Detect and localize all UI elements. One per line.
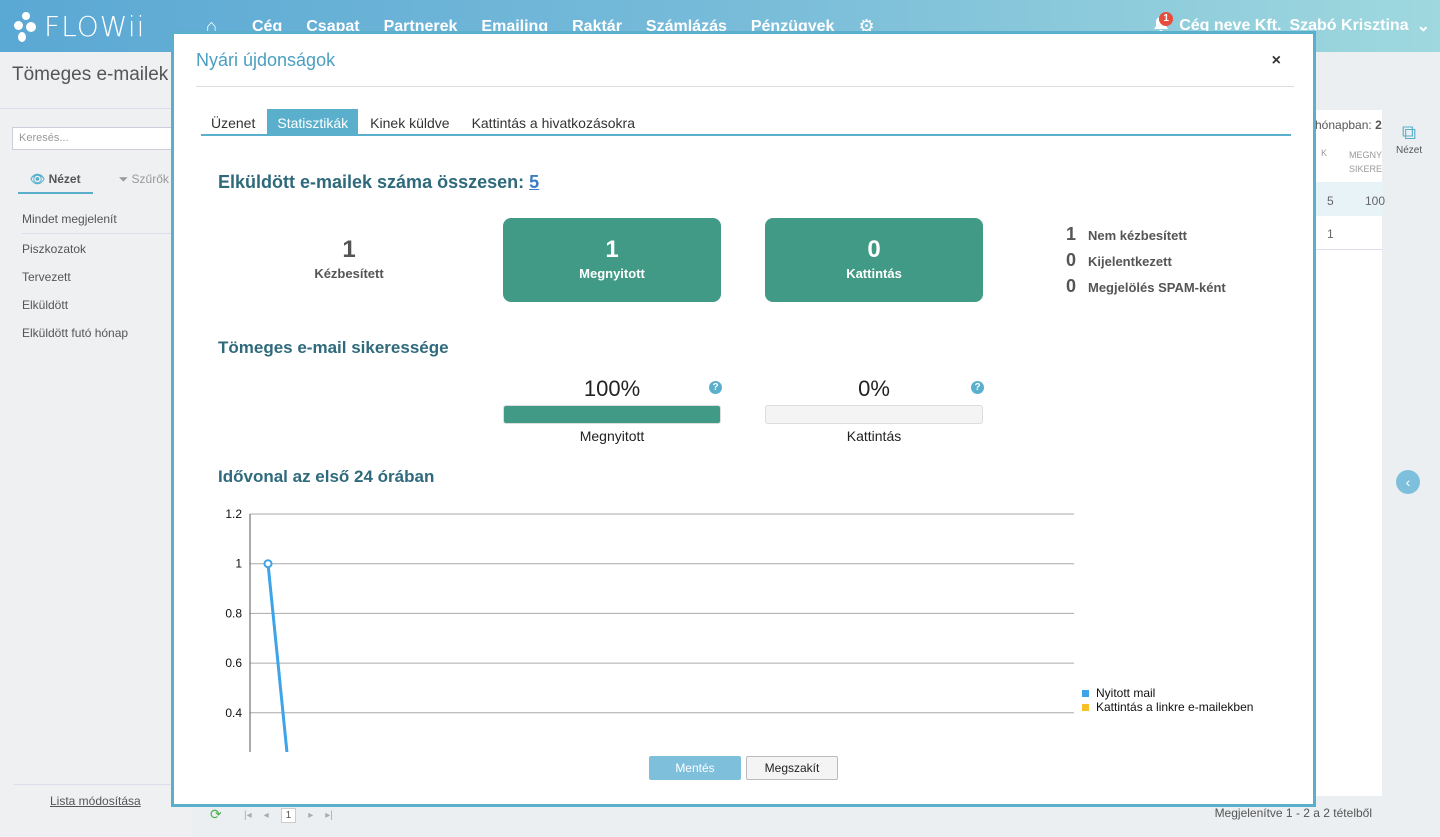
menu-item-sent[interactable]: Elküldött: [22, 296, 172, 324]
modal-title: Nyári újdonságok: [196, 50, 336, 70]
divider: [196, 86, 1294, 87]
pager: |◂ ◂ 1 ▸ ▸|: [244, 808, 333, 823]
last-page-icon[interactable]: ▸|: [325, 810, 333, 821]
menu-item-scheduled[interactable]: Tervezett: [22, 268, 172, 296]
opened-progress-bar: [503, 405, 721, 424]
y-tick-label: 1: [235, 557, 242, 571]
timeline-chart: 1.2 1 0.8 0.6 0.4: [225, 507, 1074, 752]
stat-delivered: 1 Kézbesített: [314, 236, 384, 281]
click-label: Kattintás: [846, 428, 902, 444]
click-percent: 0%: [858, 376, 890, 401]
list-edit-link[interactable]: Lista módosítása: [50, 794, 141, 808]
menu-item-all[interactable]: Mindet megjelenít: [22, 210, 172, 234]
eye-icon: 👁: [30, 172, 49, 186]
modal-tabs: Üzenet Statisztikák Kinek küldve Kattint…: [201, 109, 1291, 136]
filter-icon: ⏷: [118, 172, 132, 186]
notification-badge: 1: [1159, 12, 1174, 26]
logo-icon: [12, 11, 38, 42]
logo[interactable]: FLOWii: [12, 10, 145, 43]
opened-progress-fill: [504, 406, 720, 423]
save-button[interactable]: Mentés: [649, 756, 741, 780]
y-tick-label: 1.2: [225, 507, 242, 521]
tab-message[interactable]: Üzenet: [201, 109, 265, 134]
legend-item-click[interactable]: Kattintás a linkre e-mailekben: [1082, 700, 1253, 714]
series-line-open: [266, 563, 289, 752]
side-stats: 1 Nem kézbesített 0 Kijelentkezett 0 Megjel…: [1066, 224, 1226, 302]
stat-not-delivered: 1 Nem kézbesített: [1066, 224, 1187, 244]
table-cell: 1: [1327, 227, 1334, 241]
page-title: Tömeges e-mailek: [12, 64, 169, 85]
chevron-down-icon[interactable]: ⌄: [1417, 16, 1430, 36]
prev-page-icon[interactable]: ◂: [264, 810, 269, 821]
opened-label: Megnyitott: [579, 428, 645, 444]
tab-filters[interactable]: ⏷ Szűrők: [107, 170, 181, 194]
success-title: Tömeges e-mail sikeressége: [218, 338, 449, 357]
external-link-icon: ⧉: [1401, 122, 1417, 144]
table-cell: 5: [1327, 194, 1334, 208]
y-tick-label: 0.4: [225, 706, 242, 720]
timeline-title: Idővonal az első 24 órában: [218, 467, 435, 486]
opened-percent: 100%: [583, 376, 641, 401]
logo-text: FLOWii: [44, 10, 146, 43]
refresh-icon[interactable]: ⟳: [210, 806, 222, 823]
divider: [14, 784, 174, 785]
cancel-button[interactable]: Megszakít: [746, 756, 838, 780]
footer-meta: Megjelenítve 1 - 2 a 2 tételből: [1214, 806, 1372, 820]
stat-opened: 1 Megnyitott: [503, 218, 721, 302]
page-number[interactable]: 1: [280, 808, 297, 823]
column-header[interactable]: K: [1321, 148, 1327, 158]
chart-legend: Nyitott mail Kattintás a linkre e-mailek…: [1082, 686, 1253, 714]
tab-recipients[interactable]: Kinek küldve: [360, 109, 459, 134]
close-icon[interactable]: ×: [1272, 52, 1281, 70]
legend-swatch: [1082, 689, 1089, 697]
menu-item-drafts[interactable]: Piszkozatok: [22, 240, 172, 268]
month-info: hónapban: 2: [1315, 118, 1382, 132]
left-panel: Tömeges e-mailek Keresés... 👁 Nézet ⏷ Sz…: [0, 52, 202, 837]
sent-total: Elküldött e-mailek száma összesen: 5: [218, 172, 540, 192]
stat-clicks: 0 Kattintás: [765, 218, 983, 302]
stat-spam: 0 Megjelölés SPAM-ként: [1066, 276, 1226, 296]
legend-swatch: [1082, 703, 1089, 711]
divider: [0, 108, 192, 109]
stat-unsubscribed: 0 Kijelentkezett: [1066, 250, 1172, 270]
view-button[interactable]: ⧉ Nézet: [1396, 122, 1422, 156]
left-menu: Mindet megjelenít Piszkozatok Tervezett …: [22, 210, 172, 352]
next-page-icon[interactable]: ▸: [308, 810, 313, 821]
help-icon[interactable]: ?: [709, 381, 722, 394]
left-tabs: 👁 Nézet ⏷ Szűrők: [18, 170, 181, 194]
help-icon[interactable]: ?: [971, 381, 984, 394]
legend-item-open[interactable]: Nyitott mail: [1082, 686, 1253, 700]
sent-total-link[interactable]: 5: [529, 172, 539, 192]
table-cell: 100: [1365, 194, 1386, 208]
stats-modal: Nyári újdonságok × Üzenet Statisztikák K…: [171, 31, 1316, 807]
click-progress-bar: [765, 405, 983, 424]
menu-item-sent-month[interactable]: Elküldött futó hónap: [22, 324, 172, 352]
first-page-icon[interactable]: |◂: [244, 810, 252, 821]
y-tick-label: 0.8: [225, 606, 242, 620]
tab-statistics[interactable]: Statisztikák: [267, 109, 359, 134]
tab-view[interactable]: 👁 Nézet: [18, 170, 93, 194]
tab-link-clicks[interactable]: Kattintás a hivatkozásokra: [462, 109, 645, 134]
data-point[interactable]: [263, 559, 273, 569]
collapse-icon[interactable]: ‹: [1396, 470, 1420, 494]
y-tick-label: 0.6: [225, 656, 242, 670]
column-header[interactable]: MEGNY SIKERE: [1349, 148, 1382, 176]
